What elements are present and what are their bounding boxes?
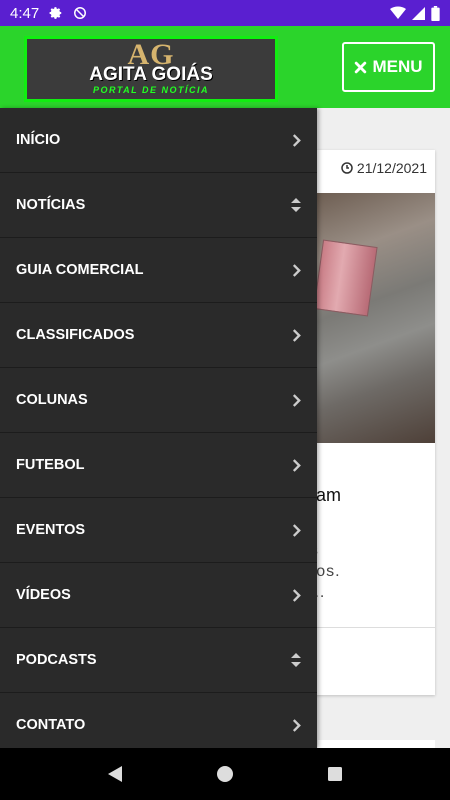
chevron-right-icon	[292, 588, 301, 602]
drawer-item-colunas[interactable]: COLUNAS	[0, 368, 317, 433]
back-icon[interactable]	[107, 765, 123, 783]
drawer-item-eventos[interactable]: EVENTOS	[0, 498, 317, 563]
wifi-icon	[390, 6, 406, 19]
drawer-item-label: VÍDEOS	[16, 587, 71, 603]
close-icon	[355, 61, 367, 73]
money-stack-image	[313, 239, 378, 317]
drawer-item-contato[interactable]: CONTATO	[0, 693, 317, 748]
menu-button-label: MENU	[372, 57, 423, 76]
menu-button[interactable]: MENU	[342, 42, 435, 92]
chevron-right-icon	[292, 523, 301, 537]
drawer-item-label: PODCASTS	[16, 652, 97, 668]
drawer-item-guia-comercial[interactable]: GUIA COMERCIAL	[0, 238, 317, 303]
signal-icon	[412, 6, 425, 20]
battery-icon	[431, 5, 440, 21]
article-image[interactable]	[300, 193, 435, 443]
chevron-right-icon	[292, 718, 301, 732]
drawer-item-inicio[interactable]: INÍCIO	[0, 108, 317, 173]
article-date: 21/12/2021	[341, 160, 427, 176]
drawer-item-label: COLUNAS	[16, 392, 88, 408]
chevron-right-icon	[292, 328, 301, 342]
clock-icon	[341, 162, 353, 174]
drawer-item-label: GUIA COMERCIAL	[16, 262, 144, 278]
drawer-item-noticias[interactable]: NOTÍCIAS	[0, 173, 317, 238]
drawer-item-label: CLASSIFICADOS	[16, 327, 135, 343]
logo-subtitle: PORTAL DE NOTÍCIA	[92, 85, 209, 95]
drawer-item-futebol[interactable]: FUTEBOL	[0, 433, 317, 498]
drawer-item-label: NOTÍCIAS	[16, 197, 86, 213]
drawer-item-podcasts[interactable]: PODCASTS	[0, 628, 317, 693]
gear-icon	[49, 7, 62, 19]
site-header: AG AGITA GOIÁS PORTAL DE NOTÍCIA MENU	[0, 26, 450, 108]
drawer-item-label: CONTATO	[16, 717, 86, 733]
drawer-item-label: INÍCIO	[16, 132, 61, 148]
drawer-item-videos[interactable]: VÍDEOS	[0, 563, 317, 628]
article-card[interactable]: 21/12/2021 eram os uros. s...	[300, 150, 435, 695]
chevron-right-icon	[292, 133, 301, 147]
site-logo[interactable]: AG AGITA GOIÁS PORTAL DE NOTÍCIA	[24, 36, 278, 102]
drawer-item-label: FUTEBOL	[16, 457, 85, 473]
status-time: 4:47	[10, 4, 40, 22]
sort-icon	[291, 198, 301, 212]
drawer-item-classificados[interactable]: CLASSIFICADOS	[0, 303, 317, 368]
article-date-text: 21/12/2021	[356, 160, 427, 176]
chevron-right-icon	[292, 263, 301, 277]
no-disturb-icon	[74, 7, 87, 19]
home-icon[interactable]	[216, 765, 234, 783]
status-bar: 4:47	[0, 0, 450, 26]
recents-icon[interactable]	[327, 766, 343, 782]
navigation-drawer: INÍCIO NOTÍCIAS GUIA COMERCIAL CLASSIFIC…	[0, 108, 317, 748]
drawer-item-label: EVENTOS	[16, 522, 86, 538]
sort-icon	[291, 653, 301, 667]
chevron-right-icon	[292, 458, 301, 472]
logo-title: AGITA GOIÁS	[89, 64, 213, 85]
card-divider	[300, 627, 435, 628]
system-navigation-bar	[0, 748, 450, 800]
chevron-right-icon	[292, 393, 301, 407]
